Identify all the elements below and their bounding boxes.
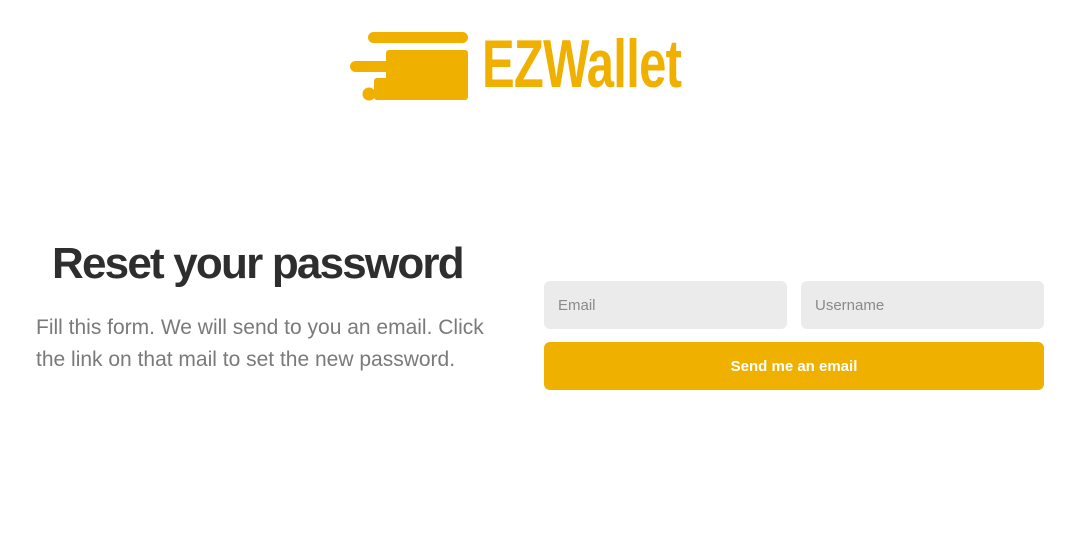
reset-password-page: EZWallet Reset your password Fill this f… bbox=[0, 0, 1083, 536]
email-input[interactable] bbox=[544, 281, 787, 329]
page-title: Reset your password bbox=[52, 239, 465, 288]
brand-name: EZWallet bbox=[482, 26, 682, 102]
page-description: Fill this form. We will send to you an e… bbox=[36, 316, 484, 371]
brand-logo[interactable]: EZWallet bbox=[350, 26, 710, 105]
wallet-card-icon bbox=[350, 32, 468, 101]
send-email-button[interactable]: Send me an email bbox=[544, 342, 1044, 390]
username-input[interactable] bbox=[801, 281, 1044, 329]
